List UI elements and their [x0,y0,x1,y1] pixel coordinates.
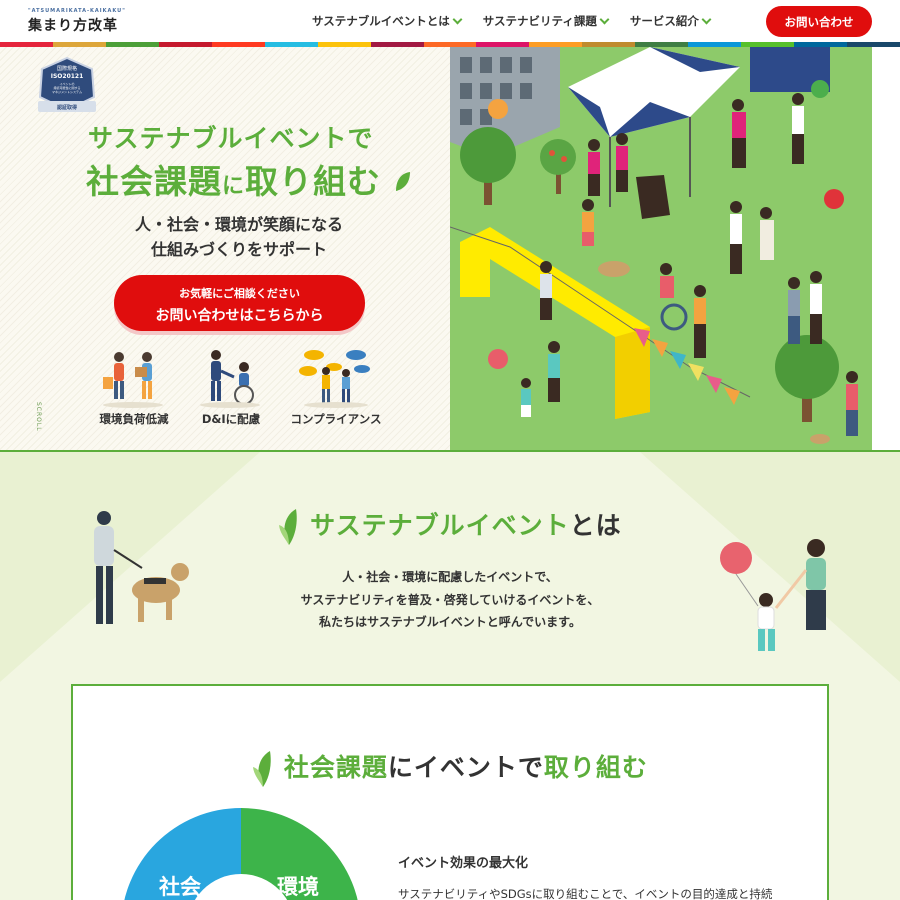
hero-illustration [450,47,872,450]
chevron-down-icon [701,14,712,24]
leaf-icon [395,172,410,191]
hero-title-line1: サステナブルイベントで [88,124,374,153]
nav-item-label: サステナブルイベントとは [312,14,450,28]
leaf-icon [253,751,271,787]
main-nav: サステナブルイベントとは サステナビリティ課題 サービス紹介 [312,13,712,29]
issues-text: サステナビリティやSDGsに取り組むことで、イベントの目的達成と持続 [398,887,773,900]
wheelchair-handshake-icon [200,350,260,408]
issues-title: 社会課題にイベントで取り組む [73,748,827,789]
svg-text:ISO20121: ISO20121 [51,73,84,80]
hero-title-part: に [222,174,246,199]
contact-button[interactable]: お問い合わせ [766,6,872,37]
nav-item-services[interactable]: サービス紹介 [629,13,712,29]
issues-subheading: イベント効果の最大化 [398,856,529,871]
nav-item-label: サービス紹介 [629,14,699,28]
nav-item-label: サステナビリティ課題 [482,14,597,28]
feature-label: コンプライアンス [290,412,382,426]
svg-text:マネジメントシステム: マネジメントシステム [52,89,82,94]
issues-title-part: に [387,753,414,782]
feature-diversity: D&Iに配慮 [181,347,281,427]
sustainability-donut-chart: 社会 環境 [124,808,358,900]
leaf-icon [279,509,298,545]
feature-label: D&Iに配慮 [201,412,261,426]
hero-title-part: 社会課題 [86,162,222,201]
nav-item-sustainable-event[interactable]: サステナブルイベントとは [312,13,463,29]
scroll-indicator[interactable]: SCROLL [35,402,42,432]
hero-subtitle: 人・社会・環境が笑顔になる 仕組みづくりをサポート [100,212,378,262]
donut-label-environment: 環境 [277,875,319,899]
hero-cta-line2: お問い合わせはこちらから [155,308,324,324]
hero-subtitle-line: 人・社会・環境が笑顔になる [134,215,343,234]
event-park-illustration [450,47,872,450]
site-header: "ATSUMARIKATA-KAIKAKU" 集まり方改革 サステナブルイベント… [0,0,900,42]
chevron-down-icon [599,14,610,24]
issues-title-part: 社会課題 [283,753,388,782]
logo[interactable]: "ATSUMARIKATA-KAIKAKU" 集まり方改革 [28,8,126,35]
speech-bubbles-icon [299,350,370,408]
svg-text:国際規格: 国際規格 [57,65,77,72]
hero-cta-line1: お気軽にご相談ください [179,287,300,300]
hero-contact-button[interactable]: お気軽にご相談ください お問い合わせはこちらから [114,275,365,331]
about-line: サステナビリティを普及・啓発していけるイベントを、 [300,592,600,607]
about-line: 私たちはサステナブルイベントと呼んでいます。 [319,615,581,629]
svg-text:認証取得: 認証取得 [57,104,77,111]
issues-section: 社会課題にイベントで取り組む 社会 環境 イベント効果の最大化 サステナビリティ… [71,684,829,900]
hero-title-line2: 社会課題に取り組む [86,155,412,203]
feature-label: 環境負荷低減 [99,412,169,426]
hero-text-panel: 国際規格 ISO20121 イベントの 持続可能性に関する マネジメントシステム… [0,47,450,450]
nav-item-sustainability-issues[interactable]: サステナビリティ課題 [482,13,610,29]
hero-subtitle-line: 仕組みづくりをサポート [150,240,327,259]
about-title-rest: とは [569,511,622,540]
about-title-highlight: サステナブルイベント [310,511,570,540]
iso-certification-badge: 国際規格 ISO20121 イベントの 持続可能性に関する マネジメントシステム… [38,57,96,112]
logo-subtitle: "ATSUMARIKATA-KAIKAKU" [28,8,126,14]
feature-compliance: コンプライアンス [286,347,386,427]
chevron-down-icon [452,14,463,24]
people-recycling-icon [103,352,163,408]
logo-title: 集まり方改革 [28,18,118,34]
about-description: 人・社会・環境に配慮したイベントで、 サステナビリティを普及・啓発していけるイベ… [0,566,900,634]
about-line: 人・社会・環境に配慮したイベントで、 [342,570,558,584]
about-title: サステナブルイベントとは [0,506,900,547]
issues-title-part: 取り組む [543,753,648,782]
issues-title-part: イベントで [413,753,544,782]
donut-label-society: 社会 [158,875,201,899]
hero-title-part: 取り組む [245,162,382,201]
hero-section: 国際規格 ISO20121 イベントの 持続可能性に関する マネジメントシステム… [0,47,900,450]
feature-environment: 環境負荷低減 [84,347,184,427]
